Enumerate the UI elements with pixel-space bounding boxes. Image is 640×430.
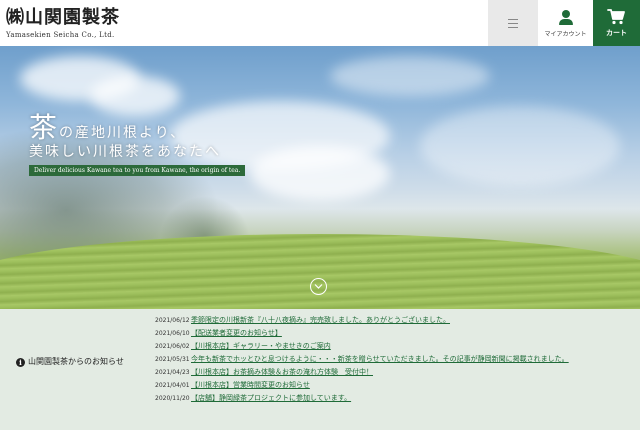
hero-headline-2: 美味しい川根茶をあなたへ: [29, 144, 221, 160]
news-date: 2021/06/02: [155, 343, 190, 350]
news-date: 2021/04/23: [155, 369, 190, 376]
hamburger-icon: [508, 18, 518, 28]
cart-icon: [607, 9, 625, 25]
news-link[interactable]: 今年も新茶でホッとひと息つけるように・・・新茶を贈らせていただきました。その記事…: [191, 355, 569, 364]
news-link[interactable]: 【川根本店】ギャラリー・やませきのご案内: [191, 342, 331, 351]
logo-main-text: ㈱山関園製茶: [6, 7, 120, 28]
hero-banner: 茶の産地川根より、 美味しい川根茶をあなたへ Deliver delicious…: [0, 46, 640, 309]
person-icon: [559, 10, 573, 26]
news-item: 2021/06/02 【川根本店】ギャラリー・やませきのご案内: [155, 342, 633, 351]
news-link[interactable]: 【店舗】静岡緑茶プロジェクトに参加しています。: [191, 394, 351, 403]
info-icon: i: [16, 358, 25, 367]
site-header: ㈱山関園製茶 Yamasekien Seicha Co., Ltd. マイアカウ…: [0, 0, 640, 46]
news-heading-text: 山関園製茶からのお知らせ: [28, 357, 124, 366]
news-item: 2021/04/01 【川根本店】営業時間変更のお知らせ: [155, 381, 633, 390]
hero-headline-1: 茶の産地川根より、: [29, 106, 186, 146]
news-date: 2021/05/31: [155, 356, 190, 363]
tea-field: [0, 234, 640, 309]
news-item: 2021/06/12 季節限定の川根新茶『八十八夜摘み』完売致しました。ありがと…: [155, 316, 633, 325]
scroll-down-button[interactable]: [310, 278, 327, 295]
news-item: 2021/05/31 今年も新茶でホッとひと息つけるように・・・新茶を贈らせてい…: [155, 355, 633, 364]
cart-label: カート: [606, 29, 627, 37]
news-date: 2021/06/10: [155, 330, 190, 337]
news-link[interactable]: 季節限定の川根新茶『八十八夜摘み』完売致しました。ありがとうございました。: [191, 316, 450, 325]
news-heading: i 山関園製茶からのお知らせ: [16, 356, 141, 367]
news-link[interactable]: 【配送業者変更のお知らせ】: [191, 329, 282, 338]
my-account-label: マイアカウント: [544, 31, 587, 38]
news-date: 2021/06/12: [155, 317, 190, 324]
hero-headline-1-rest: の産地川根より、: [59, 125, 187, 141]
news-item: 2020/11/20 【店舗】静岡緑茶プロジェクトに参加しています。: [155, 394, 633, 403]
cart-button[interactable]: カート: [593, 0, 640, 46]
my-account-button[interactable]: マイアカウント: [538, 0, 593, 46]
news-date: 2020/11/20: [155, 395, 190, 402]
news-section: i 山関園製茶からのお知らせ 2021/06/12 季節限定の川根新茶『八十八夜摘…: [0, 309, 640, 430]
menu-button[interactable]: [488, 0, 538, 46]
logo[interactable]: ㈱山関園製茶 Yamasekien Seicha Co., Ltd.: [6, 7, 120, 40]
news-link[interactable]: 【川根本店】お茶摘み体験＆お茶の淹れ方体験 受付中！: [191, 368, 373, 377]
news-list: 2021/06/12 季節限定の川根新茶『八十八夜摘み』完売致しました。ありがと…: [155, 316, 633, 407]
news-item: 2021/06/10 【配送業者変更のお知らせ】: [155, 329, 633, 338]
logo-sub-text: Yamasekien Seicha Co., Ltd.: [6, 31, 115, 39]
hero-headline-big-char: 茶: [29, 111, 60, 144]
news-date: 2021/04/01: [155, 382, 190, 389]
news-item: 2021/04/23 【川根本店】お茶摘み体験＆お茶の淹れ方体験 受付中！: [155, 368, 633, 377]
news-link[interactable]: 【川根本店】営業時間変更のお知らせ: [191, 381, 310, 390]
hero-tagline: Deliver delicious Kawane tea to you from…: [29, 165, 246, 176]
chevron-down-icon: [314, 284, 323, 289]
